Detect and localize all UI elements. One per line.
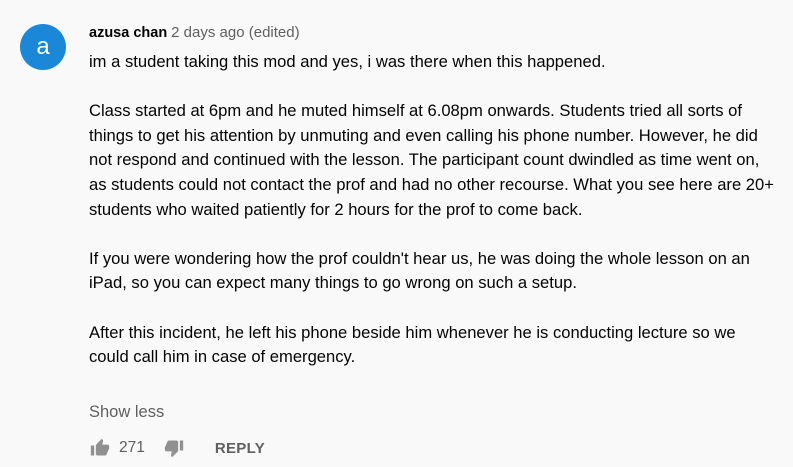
comment-paragraph: Class started at 6pm and he muted himsel… bbox=[89, 101, 774, 219]
comment-actions: 271 REPLY bbox=[89, 436, 265, 460]
like-count: 271 bbox=[119, 439, 145, 456]
show-less-button[interactable]: Show less bbox=[89, 403, 164, 422]
comment-paragraph: After this incident, he left his phone b… bbox=[89, 322, 736, 367]
comment-text: im a student taking this mod and yes, i … bbox=[89, 50, 779, 370]
comment-paragraph: im a student taking this mod and yes, i … bbox=[89, 52, 606, 71]
thumbs-up-icon[interactable] bbox=[89, 437, 111, 459]
comment-header: azusa chan 2 days ago (edited) bbox=[89, 23, 300, 43]
reply-button[interactable]: REPLY bbox=[215, 440, 265, 457]
avatar[interactable]: a bbox=[20, 24, 66, 70]
comment-timestamp[interactable]: 2 days ago (edited) bbox=[171, 24, 299, 41]
comment-paragraph: If you were wondering how the prof could… bbox=[89, 248, 750, 293]
author-name[interactable]: azusa chan bbox=[89, 25, 167, 41]
thumbs-down-icon[interactable] bbox=[163, 437, 185, 459]
comment: a azusa chan 2 days ago (edited) im a stu… bbox=[0, 0, 793, 467]
